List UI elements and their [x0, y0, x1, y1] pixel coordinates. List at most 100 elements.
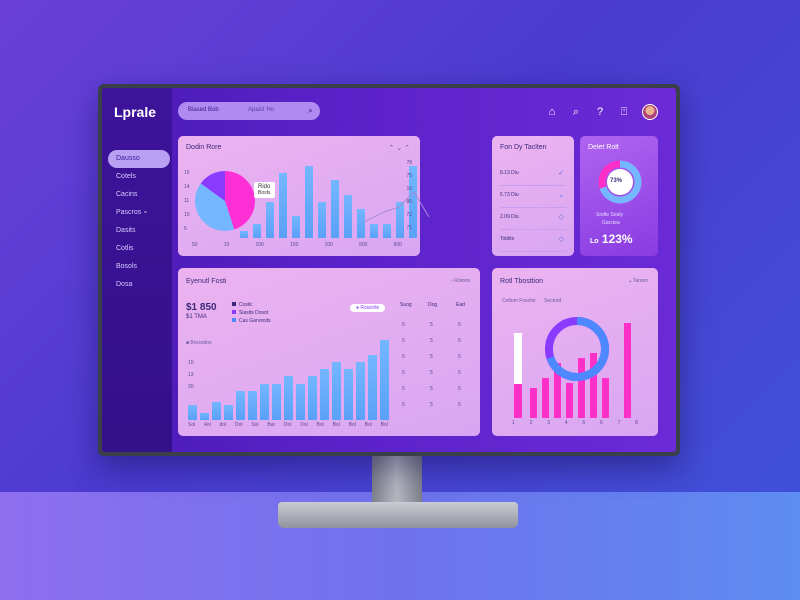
x-axis-ticks: 50 10 100 100 100 500 500 — [192, 242, 402, 248]
bar — [308, 376, 317, 420]
sub-value: $1 TMA — [186, 314, 207, 320]
tick-label: 500 — [393, 242, 402, 248]
search-icon[interactable]: ⌕ — [570, 106, 582, 119]
bar — [279, 173, 287, 238]
card-title: Fon Dy Taclten — [500, 144, 547, 151]
list-item[interactable]: 5.73 Diu ⌄ — [500, 186, 566, 208]
list-item[interactable]: 2.09 Diu ◇ — [500, 208, 566, 230]
table-cell: 5 — [430, 354, 433, 360]
card-rotl-tbosttion: Rotl Tbosttion ▵ Tamon Cotiom Fosolor Se… — [492, 268, 658, 436]
tick-label: 3 — [547, 420, 550, 426]
card-hint[interactable]: ▵ Tamon — [629, 278, 648, 284]
x-axis-ticks: 1 2 3 4 5 6 7 8 — [512, 420, 638, 426]
app-logo: Lprale — [114, 104, 157, 120]
bar — [624, 323, 631, 418]
tick-label: 100 — [290, 242, 299, 248]
legend-swatch — [232, 318, 236, 322]
bar — [332, 361, 341, 420]
list-item[interactable]: Toblits ◇ — [500, 230, 566, 252]
donut-label: 73% — [610, 178, 623, 184]
sidebar-item-dausso[interactable]: Dausso — [108, 150, 170, 168]
sidebar-item-dasits[interactable]: Dasits — [108, 222, 170, 240]
bar — [266, 202, 274, 238]
tick-label: 10 — [184, 212, 190, 218]
bar — [320, 369, 329, 420]
monitor-bezel: Lprale Dausso Cotels Cacins Pascros ∘ Dasits… — [98, 84, 680, 456]
chevron-down-icon[interactable]: ◇ — [559, 213, 564, 221]
percent-display: Lo 123% — [590, 232, 633, 246]
sidebar-item-cotlis[interactable]: Cotlis — [108, 240, 170, 258]
header-icons: ⌂ ⌕ ? ⍞ — [546, 104, 658, 120]
bar — [344, 194, 352, 238]
table-cell: 5 — [458, 338, 461, 344]
tick-label: Dol — [283, 422, 292, 428]
x-axis-ticks: Sol 4ol dol Dol Sol Bar Dol Dol Bol Bol Bol Bol Bol — [188, 422, 388, 428]
table-cell: 5 — [458, 370, 461, 376]
card-title: Dodin Rore — [186, 144, 222, 151]
legend: Cosilc Siasits Dosot Cas Ganonsts — [232, 302, 271, 326]
tick-label: 11 — [184, 198, 190, 204]
table-cell: 5 — [430, 386, 433, 392]
right-axis-ticks: 78 75 10 80 72 71 — [406, 160, 412, 240]
list-item-label: 8.13 Diu — [500, 170, 519, 176]
table-cell: 5 — [402, 322, 405, 328]
chip[interactable]: ● Roisinlle — [350, 304, 386, 312]
list: 8.13 Diu ✓ 5.73 Diu ⌄ 2.09 Diu ◇ Toblits ◇ — [500, 164, 566, 252]
card-fon-dy-taclten: Fon Dy Taclten 8.13 Diu ✓ 5.73 Diu ⌄ 2.09 Di… — [492, 136, 574, 256]
bar — [236, 390, 245, 420]
sidebar-item-dosa[interactable]: Dosa — [108, 276, 170, 294]
tick-label: 14 — [184, 184, 190, 190]
card-hint[interactable]: ‹ Rotoris — [451, 278, 470, 284]
list-item-label: 5.73 Diu — [500, 192, 519, 198]
tick-label: 7 — [617, 420, 621, 426]
sidebar-item-cacins[interactable]: Cacins — [108, 186, 170, 204]
card-title: Rotl Tbosttion — [500, 278, 544, 285]
bar — [318, 202, 326, 238]
bar — [296, 383, 305, 420]
table-cell: 5 — [458, 402, 461, 408]
avatar[interactable] — [642, 104, 658, 120]
tick-label: 2 — [529, 420, 533, 426]
tick-label: 8 — [635, 420, 638, 426]
tick-label: 4ol — [204, 422, 211, 428]
table-cell: 5 — [402, 386, 405, 392]
bar — [514, 333, 522, 418]
search-icon[interactable]: ⌕ — [308, 105, 313, 116]
tick-label: Dol — [235, 422, 243, 428]
table-cell: 5 — [430, 402, 433, 408]
sidebar-item-pascros[interactable]: Pascros ∘ — [108, 204, 170, 222]
legend-label: Cosilc — [239, 302, 253, 308]
trend-line — [364, 191, 430, 223]
tick-label: 15 — [184, 170, 190, 176]
bar — [566, 383, 573, 418]
help-icon[interactable]: ? — [594, 106, 606, 118]
notifications-icon[interactable]: ⍞ — [618, 106, 630, 119]
table-header: Suog — [400, 302, 412, 308]
tick-label: 71 — [406, 225, 412, 231]
bar — [248, 390, 257, 420]
tick-label: 80 — [406, 199, 412, 205]
bar — [344, 369, 353, 420]
chevron-down-icon[interactable]: ◇ — [559, 235, 564, 243]
check-icon[interactable]: ✓ — [558, 169, 564, 177]
bar — [240, 230, 248, 238]
table-header: Ead — [456, 302, 465, 308]
chevron-down-icon[interactable]: ⌄ — [558, 191, 564, 199]
sidebar: Lprale Dausso Cotels Cacins Pascros ∘ Dasits… — [102, 88, 172, 452]
card-actions[interactable]: ⌃ ⌄ ⌃ — [389, 144, 411, 152]
sidebar-item-bosols[interactable]: Bosols — [108, 258, 170, 276]
search-placeholder: Biased Bob — [188, 107, 219, 113]
list-item[interactable]: 8.13 Diu ✓ — [500, 164, 566, 186]
sidebar-item-cotels[interactable]: Cotels — [108, 168, 170, 186]
home-icon[interactable]: ⌂ — [546, 106, 558, 118]
bar — [380, 340, 389, 420]
legend-item: Cosilc — [232, 302, 271, 310]
legend-swatch — [232, 310, 236, 314]
table-cell: 5 — [402, 370, 405, 376]
tick-label: Bol — [364, 422, 372, 428]
search-input[interactable]: Biased Bob Apaist Ho ⌕ — [178, 102, 320, 120]
search-hint: Apaist Ho — [248, 107, 275, 113]
tick-label: 4 — [564, 420, 568, 426]
card-title: Delet Rolt — [588, 144, 619, 151]
tick-label: 78 — [406, 160, 412, 166]
